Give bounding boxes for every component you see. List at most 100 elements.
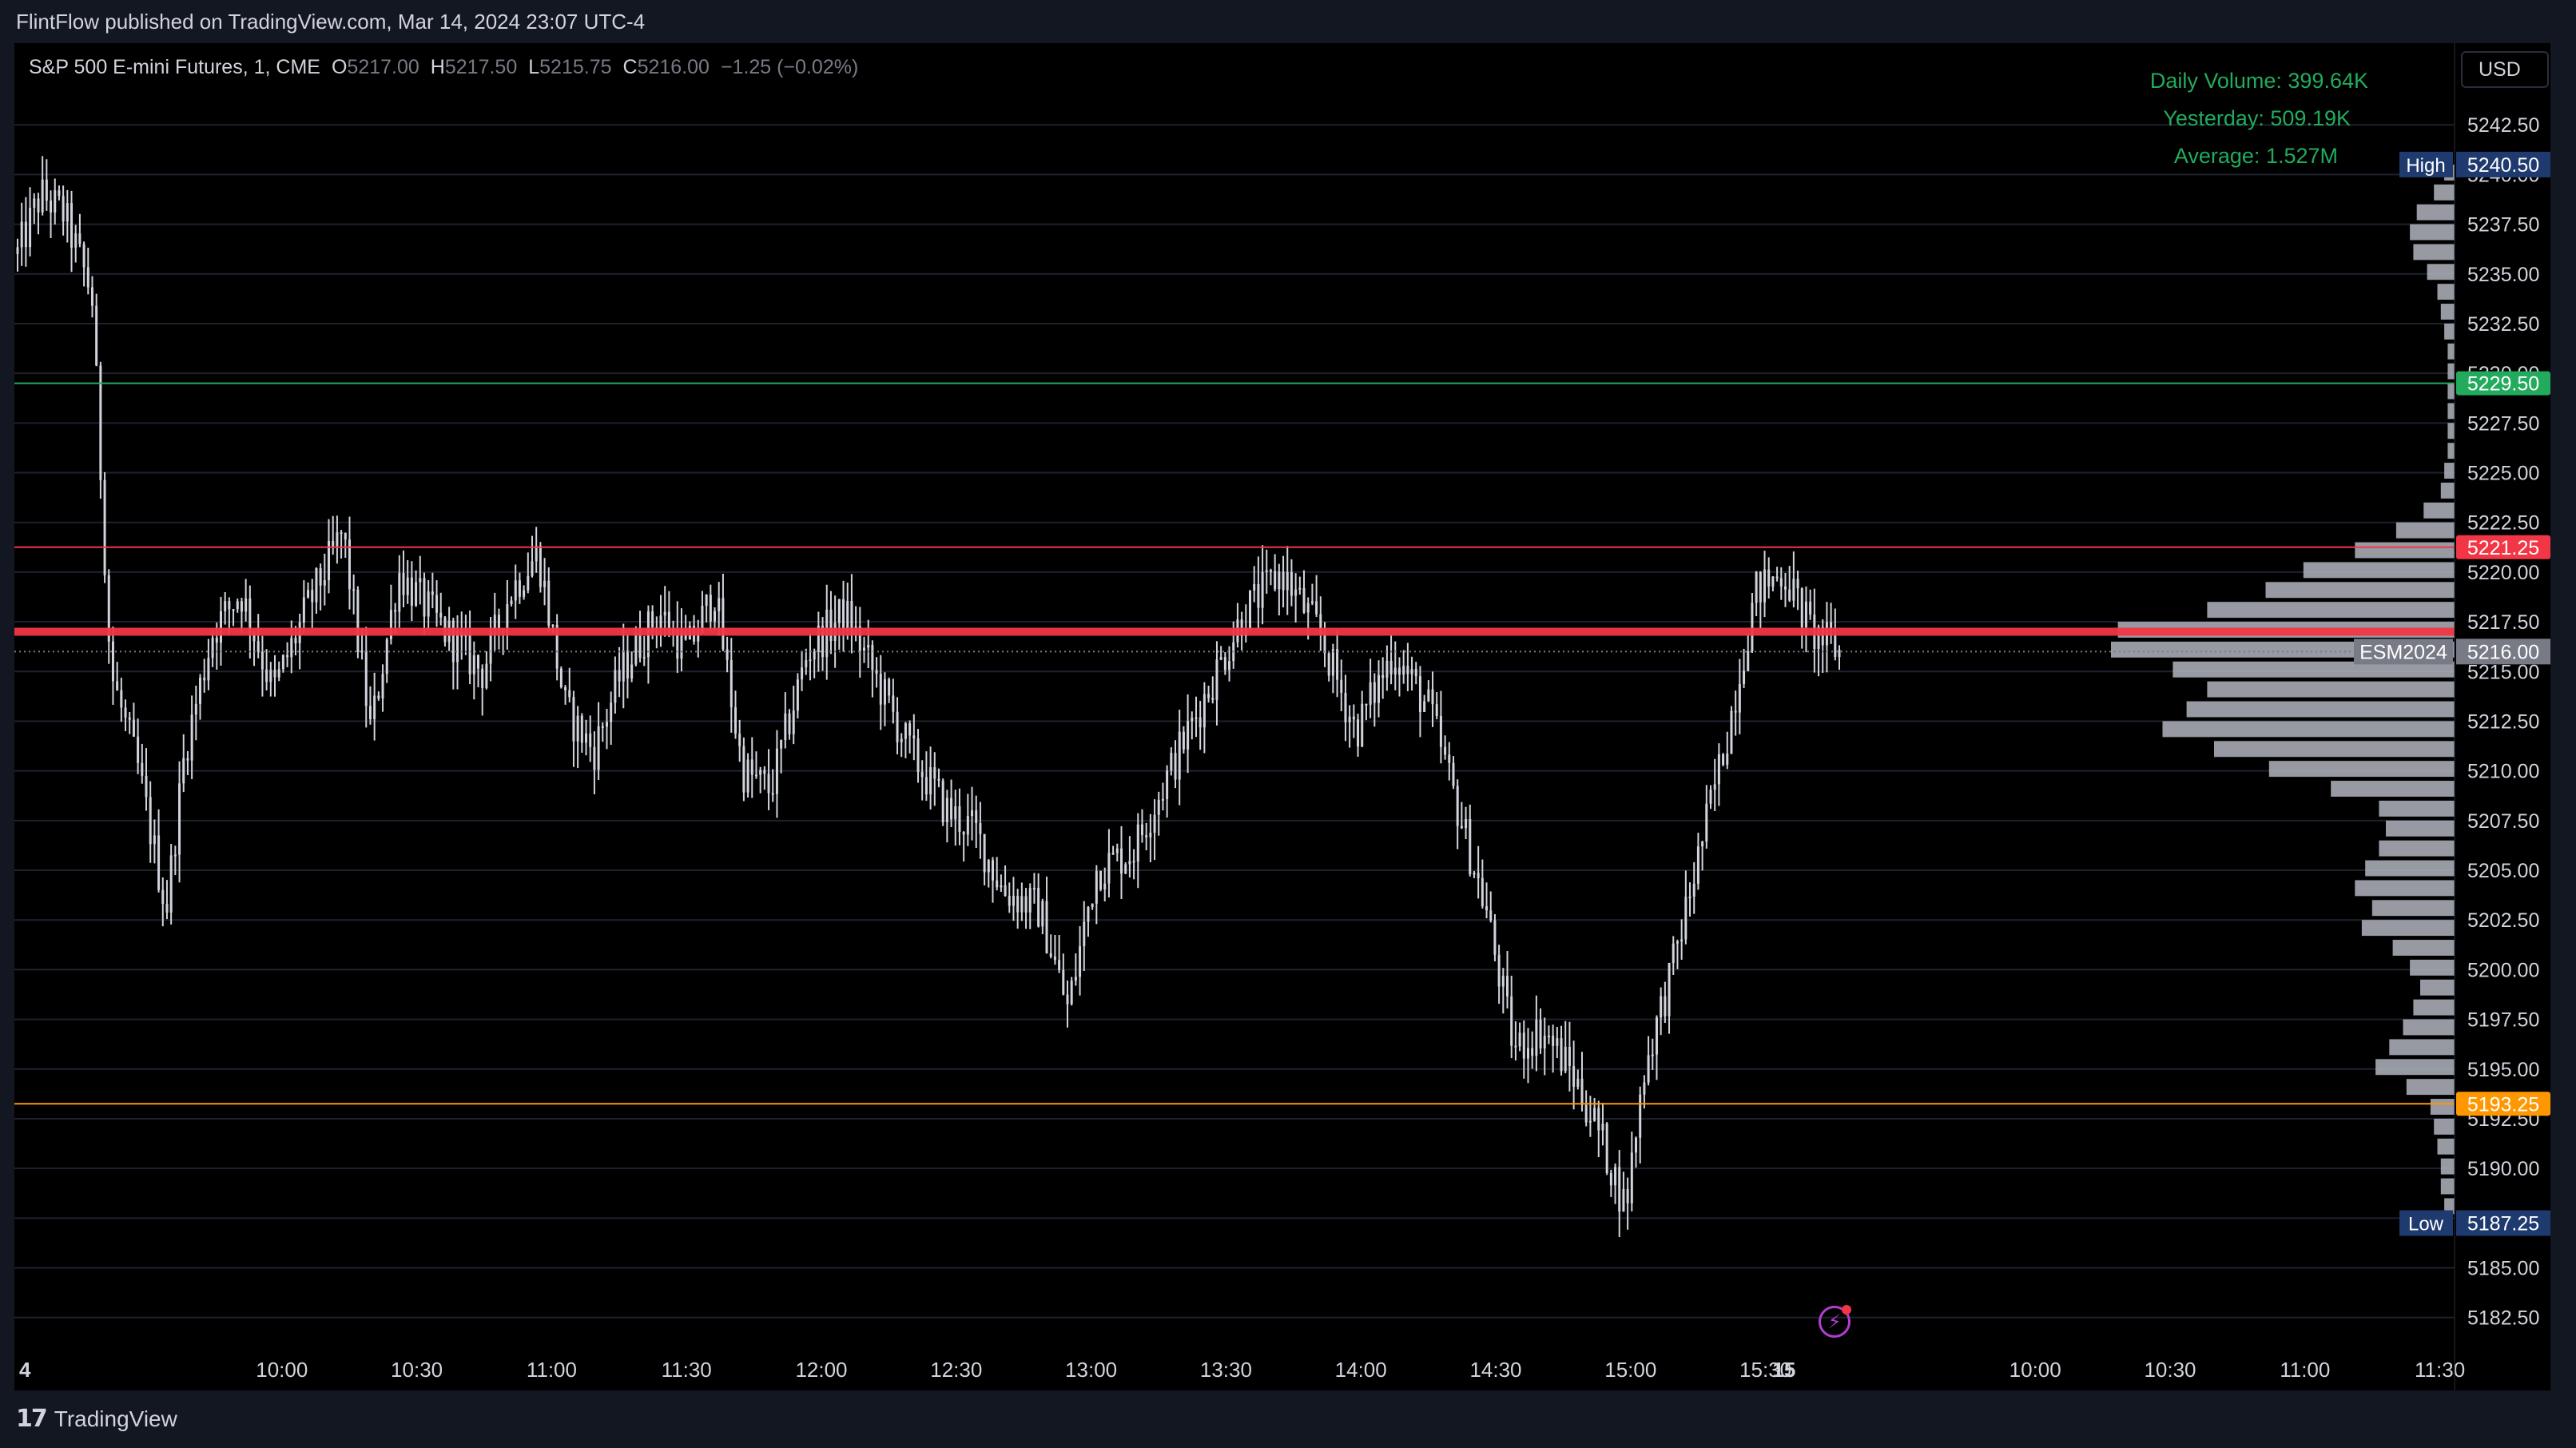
volume-profile-bar bbox=[2437, 1138, 2455, 1155]
candle-body bbox=[1249, 590, 1252, 629]
y-tick-label: 5235.00 bbox=[2467, 264, 2539, 286]
candle-body bbox=[1000, 885, 1003, 888]
candle-body bbox=[929, 767, 932, 794]
symbol-title[interactable]: S&P 500 E-mini Futures, 1, CME bbox=[29, 56, 320, 78]
candle-body bbox=[368, 706, 372, 719]
candle-body bbox=[580, 715, 583, 743]
candle-body bbox=[1178, 731, 1181, 780]
candle-body bbox=[1228, 661, 1231, 670]
volume-profile-bar bbox=[2437, 284, 2455, 300]
candle-body bbox=[1618, 1167, 1621, 1212]
y-tick-label: 5197.50 bbox=[2467, 1009, 2539, 1032]
low-price-label: 5187.25 bbox=[2467, 1213, 2539, 1235]
candle-body bbox=[203, 677, 206, 681]
candle-body bbox=[1751, 603, 1754, 651]
candle-body bbox=[585, 733, 588, 743]
candle-body bbox=[1045, 901, 1048, 953]
candle-body bbox=[1004, 885, 1007, 897]
price-level-label: 5229.50 bbox=[2467, 373, 2539, 396]
candle-body bbox=[1389, 660, 1393, 674]
candle-body bbox=[415, 582, 418, 606]
chart-panel[interactable]: 5242.505240.005237.505235.005232.505230.… bbox=[14, 43, 2550, 1390]
candle-body bbox=[1091, 903, 1094, 908]
candle-body bbox=[377, 695, 380, 698]
volume-profile-bar bbox=[2413, 999, 2455, 1016]
volume-profile-bar bbox=[2186, 701, 2455, 718]
candle-body bbox=[576, 715, 579, 742]
candle-body bbox=[1298, 587, 1302, 590]
lightning-icon[interactable]: ⚡ bbox=[1819, 1305, 1851, 1338]
candle-body bbox=[523, 590, 526, 597]
y-tick-label: 5215.00 bbox=[2467, 661, 2539, 683]
candle-body bbox=[265, 669, 268, 682]
candle-body bbox=[1120, 848, 1123, 874]
candle-body bbox=[1008, 896, 1011, 906]
candle-body bbox=[813, 651, 816, 660]
candle-body bbox=[531, 561, 534, 576]
candle-body bbox=[116, 681, 119, 690]
candle-body bbox=[837, 599, 841, 623]
candle-body bbox=[169, 855, 173, 913]
x-tick-label: 4 bbox=[19, 1358, 31, 1382]
currency-button[interactable]: USD bbox=[2461, 51, 2549, 88]
symbol-legend[interactable]: S&P 500 E-mini Futures, 1, CME O5217.00 H5… bbox=[29, 56, 858, 79]
candle-body bbox=[431, 591, 434, 595]
candle-body bbox=[1543, 1036, 1546, 1048]
candle-body bbox=[1726, 753, 1729, 765]
candle-body bbox=[1576, 1078, 1580, 1087]
candle-body bbox=[165, 904, 169, 913]
candle-body bbox=[954, 806, 957, 820]
price-chart[interactable]: 5242.505240.005237.505235.005232.505230.… bbox=[14, 43, 2550, 1390]
candle-body bbox=[1730, 710, 1733, 754]
candle-body bbox=[1584, 1104, 1588, 1123]
candle-body bbox=[601, 726, 604, 728]
candle-body bbox=[16, 247, 19, 254]
candle-body bbox=[1713, 784, 1716, 790]
candle-body bbox=[871, 644, 874, 670]
candle-body bbox=[1597, 1108, 1600, 1131]
candle-body bbox=[1377, 674, 1381, 703]
candle-body bbox=[1601, 1124, 1604, 1131]
candle-body bbox=[510, 600, 513, 604]
candle-body bbox=[614, 670, 617, 703]
candle-body bbox=[1473, 873, 1476, 875]
candle-body bbox=[1514, 1045, 1517, 1048]
candle-body bbox=[45, 179, 48, 201]
volume-profile-bar bbox=[2447, 343, 2455, 360]
candle-body bbox=[157, 835, 161, 890]
candle-body bbox=[904, 723, 907, 739]
volume-profile-bar bbox=[2440, 304, 2455, 320]
candle-body bbox=[996, 880, 999, 888]
candle-body bbox=[1369, 682, 1372, 705]
x-tick-label: 15 bbox=[1772, 1358, 1795, 1382]
candle-body bbox=[971, 810, 974, 817]
publish-header: FlintFlow published on TradingView.com, … bbox=[0, 0, 2576, 43]
candle-body bbox=[908, 723, 912, 736]
y-tick-label: 5202.50 bbox=[2467, 909, 2539, 932]
volume-profile-bar bbox=[2406, 1079, 2455, 1096]
candle-body bbox=[244, 598, 248, 612]
candle-body bbox=[472, 655, 475, 674]
candle-body bbox=[1771, 576, 1775, 587]
candle-body bbox=[626, 650, 629, 679]
candle-body bbox=[937, 778, 940, 781]
candle-body bbox=[1788, 589, 1791, 601]
candle-body bbox=[1274, 571, 1277, 590]
y-tick-label: 5210.00 bbox=[2467, 761, 2539, 783]
candle-body bbox=[1734, 710, 1737, 713]
candle-body bbox=[1203, 694, 1206, 728]
candle-body bbox=[1465, 818, 1468, 829]
close-key: C bbox=[622, 56, 638, 78]
candle-body bbox=[725, 649, 729, 660]
tradingview-logo[interactable]: 17 TradingView bbox=[16, 1405, 177, 1433]
candle-body bbox=[1049, 953, 1052, 957]
candle-body bbox=[659, 615, 662, 629]
candle-body bbox=[1327, 653, 1330, 676]
close-value: 5216.00 bbox=[637, 56, 710, 78]
candle-body bbox=[1074, 977, 1077, 981]
candle-body bbox=[1485, 906, 1489, 911]
candle-body bbox=[66, 203, 69, 222]
candle-body bbox=[1481, 877, 1484, 907]
candle-body bbox=[33, 198, 36, 208]
candle-body bbox=[746, 759, 749, 793]
